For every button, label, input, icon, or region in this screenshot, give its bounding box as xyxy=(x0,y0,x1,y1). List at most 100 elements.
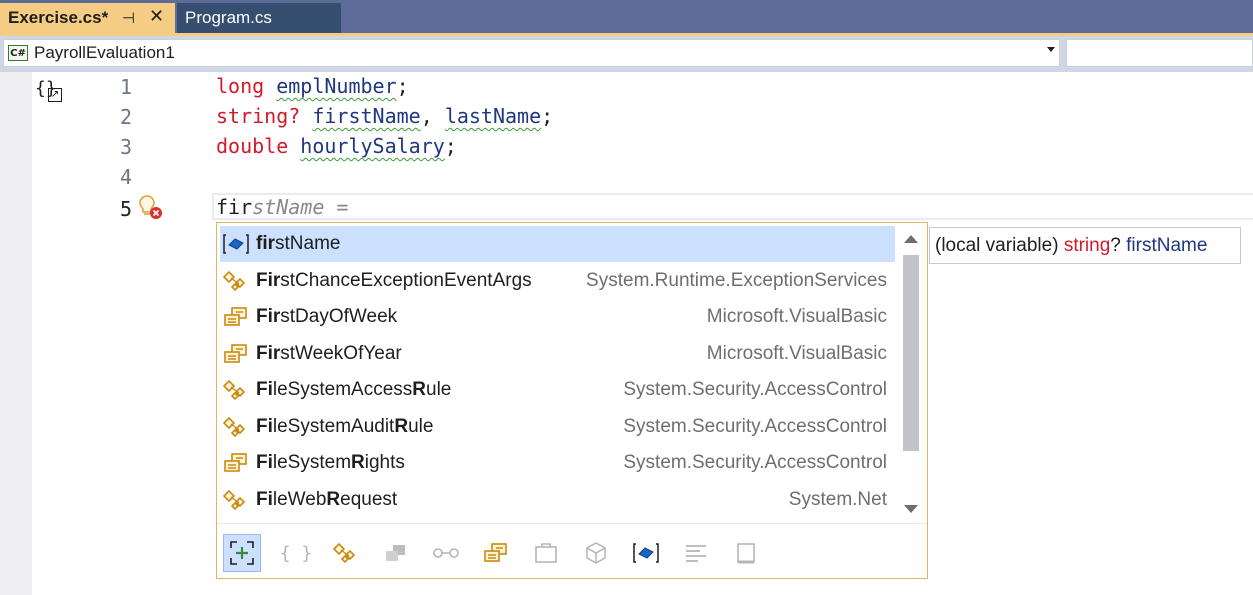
code-line-5[interactable]: firstName = xyxy=(216,195,348,219)
match-text: Fir xyxy=(256,343,281,364)
completion-item[interactable]: FileSystemAuditRule System.Security.Acce… xyxy=(220,409,895,445)
completion-item[interactable]: FileSystemRights System.Security.AccessC… xyxy=(220,445,895,481)
class-icon[interactable] xyxy=(327,534,365,572)
match-text: Fir xyxy=(256,306,281,327)
completion-scrollbar[interactable] xyxy=(900,229,922,521)
rest-text: ule xyxy=(408,416,434,437)
struct-icon[interactable] xyxy=(377,534,415,572)
rest-text: ights xyxy=(364,452,405,473)
tooltip-name: firstName xyxy=(1120,234,1208,256)
namespace-text: System.Security.AccessControl xyxy=(623,379,887,400)
namespace-icon[interactable]: { } xyxy=(277,534,315,572)
code-line-2: string? firstName, lastName; xyxy=(216,104,553,128)
navigation-bar: C# PayrollEvaluation1 xyxy=(0,36,1253,72)
chevron-down-icon[interactable] xyxy=(1047,47,1055,52)
rest-text: ule xyxy=(426,379,452,400)
match-text: Fi xyxy=(256,452,273,473)
completion-item[interactable]: FileSystemAccessRule System.Security.Acc… xyxy=(220,372,895,408)
tab-title: Exercise.cs* xyxy=(8,8,109,27)
match-text: R xyxy=(351,452,365,473)
project-dropdown[interactable]: C# PayrollEvaluation1 xyxy=(3,39,1060,67)
class-icon xyxy=(220,372,252,408)
navigate-arrow-icon[interactable]: ↗ xyxy=(48,88,62,102)
punctuation: ; xyxy=(444,134,457,158)
rest-text: leWeb xyxy=(272,489,327,510)
match-text: Fi xyxy=(256,489,273,510)
scroll-thumb[interactable] xyxy=(903,255,919,451)
code-line-1: long emplNumber; xyxy=(216,74,409,98)
identifier-token: firstName xyxy=(312,104,421,128)
tab-title: Program.cs xyxy=(185,8,272,27)
local-variable-icon xyxy=(220,226,252,262)
document-tab-bar: Exercise.cs* ⊣ ✕ Program.cs xyxy=(0,0,1253,36)
scroll-down-arrow-icon[interactable] xyxy=(904,505,918,513)
completion-label: FileSystemRights xyxy=(256,452,405,474)
delegate-icon[interactable] xyxy=(527,534,565,572)
line-number: 4 xyxy=(119,165,132,189)
code-line-3: double hourlySalary; xyxy=(216,134,457,158)
enum-icon xyxy=(220,299,252,335)
identifier-token: hourlySalary xyxy=(300,134,445,158)
rest-text: leSystem xyxy=(272,452,352,473)
module-icon[interactable] xyxy=(577,534,615,572)
quick-info-tooltip: (local variable) string? firstName xyxy=(929,227,1241,264)
tab-exercise-cs[interactable]: Exercise.cs* ⊣ ✕ xyxy=(0,3,175,33)
intellisense-completion-list[interactable]: firstName FirstChanceExceptionEventArgs … xyxy=(216,222,928,579)
completion-label: FileWebRequest xyxy=(256,489,397,511)
lightbulb-error-icon[interactable] xyxy=(137,193,163,221)
target-type-icon[interactable] xyxy=(727,534,765,572)
interface-icon[interactable] xyxy=(427,534,465,572)
project-name: PayrollEvaluation1 xyxy=(34,43,175,62)
completion-label: FileSystemAccessRule xyxy=(256,379,451,401)
completion-label: FirstChanceExceptionEventArgs xyxy=(256,270,532,292)
namespace-text: Microsoft.VisualBasic xyxy=(706,343,887,364)
enum-icon xyxy=(220,445,252,481)
tooltip-kind: (local variable) xyxy=(935,234,1064,256)
keyword-token: long xyxy=(216,74,265,98)
punctuation: ; xyxy=(541,104,554,128)
class-icon xyxy=(220,482,252,518)
keyword-token: string? xyxy=(216,104,301,128)
tab-program-cs[interactable]: Program.cs xyxy=(177,3,341,33)
rest-text: equest xyxy=(340,489,398,510)
completion-item[interactable]: FirstChanceExceptionEventArgs System.Run… xyxy=(220,263,895,299)
typed-text: fir xyxy=(216,195,253,219)
completion-item[interactable]: FirstWeekOfYear Microsoft.VisualBasic xyxy=(220,336,895,372)
visual-studio-window: Exercise.cs* ⊣ ✕ Program.cs C# PayrollEv… xyxy=(0,0,1253,595)
tooltip-type: string xyxy=(1063,234,1111,256)
completion-item[interactable]: FileWebRequest System.Net xyxy=(220,482,895,518)
completion-item[interactable]: FirstDayOfWeek Microsoft.VisualBasic xyxy=(220,299,895,335)
editor-margin xyxy=(0,72,32,595)
pin-icon[interactable]: ⊣ xyxy=(122,9,135,27)
completion-label: firstName xyxy=(256,233,340,255)
match-text: Fi xyxy=(256,379,273,400)
csharp-project-icon: C# xyxy=(8,45,28,61)
match-text: Fi xyxy=(256,416,273,437)
punctuation: ; xyxy=(396,74,409,98)
enum-icon[interactable] xyxy=(477,534,515,572)
namespace-text: System.Net xyxy=(788,489,887,510)
close-icon[interactable]: ✕ xyxy=(149,6,164,27)
scroll-up-arrow-icon[interactable] xyxy=(904,235,918,243)
snippet-icon[interactable] xyxy=(677,534,715,572)
completion-filter-bar: { } xyxy=(217,523,927,578)
tooltip-nullable: ? xyxy=(1110,234,1121,256)
completion-label: FirstWeekOfYear xyxy=(256,343,402,365)
punctuation: , xyxy=(420,104,445,128)
expander-icon[interactable] xyxy=(223,534,261,572)
member-dropdown[interactable] xyxy=(1066,39,1253,67)
rest-text: stDayOfWeek xyxy=(280,306,398,327)
rest-text: stChanceExceptionEventArgs xyxy=(280,270,532,291)
completion-label: FirstDayOfWeek xyxy=(256,306,397,328)
match-text: R xyxy=(412,379,426,400)
completion-item[interactable]: firstName xyxy=(220,226,895,262)
line-number: 2 xyxy=(119,105,132,129)
line-number-current: 5 xyxy=(119,197,132,221)
keyword-token: double xyxy=(216,134,289,158)
identifier-token: emplNumber xyxy=(276,74,397,98)
namespace-text: System.Security.AccessControl xyxy=(623,416,887,437)
local-variable-icon[interactable] xyxy=(627,534,665,572)
identifier-token: lastName xyxy=(444,104,542,128)
